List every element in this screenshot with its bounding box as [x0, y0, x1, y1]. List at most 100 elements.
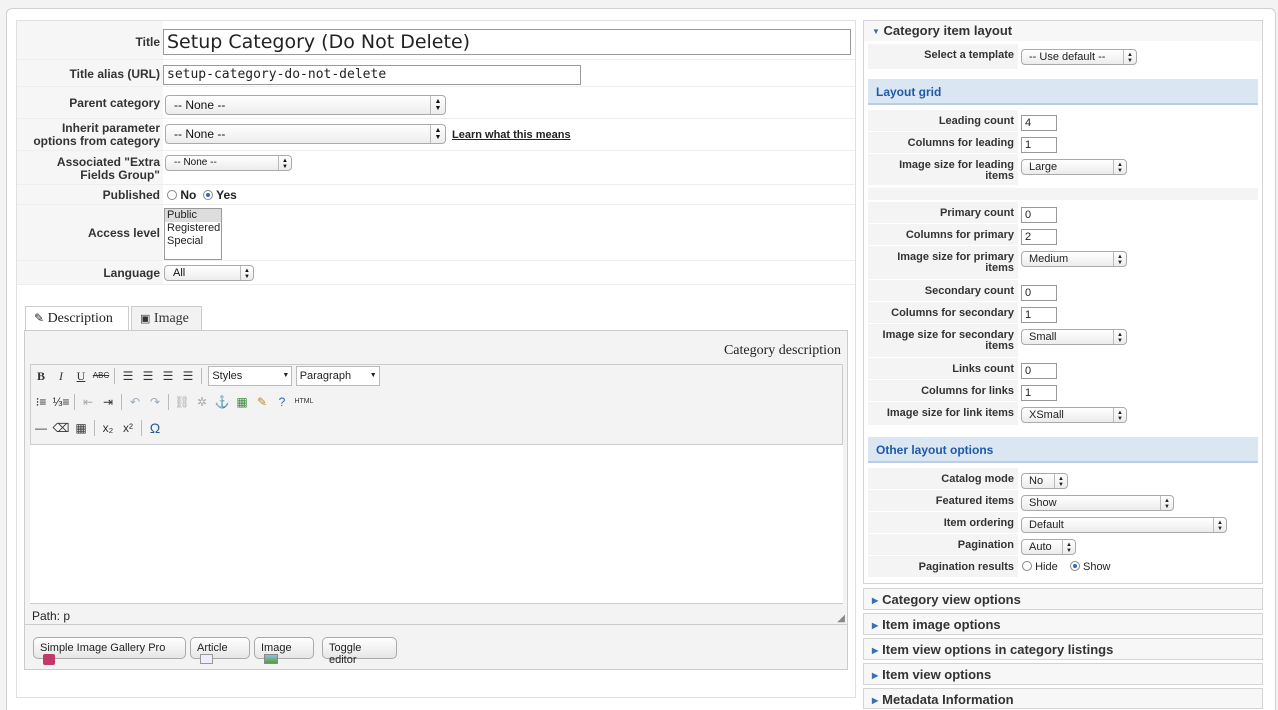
language-select[interactable]: All ▲ ▼ [164, 265, 254, 281]
select-template-label: Select a template [868, 50, 1014, 61]
pagination-hide-radio[interactable] [1022, 561, 1032, 571]
language-label: Language [17, 267, 160, 280]
cleanup-icon[interactable]: ✎ [252, 392, 272, 412]
learn-more-link[interactable]: Learn what this means [452, 129, 571, 141]
insert-image-icon[interactable]: ▦ [232, 392, 252, 412]
image-size-links-select[interactable]: XSmall ▲ ▼ [1021, 407, 1127, 423]
alias-label: Title alias (URL) [17, 68, 160, 81]
item-view-options-category-header[interactable]: ▶ Item view options in category listings [863, 638, 1263, 660]
align-right-icon[interactable]: ☰ [158, 366, 178, 386]
access-level-list[interactable]: Public Registered Special [164, 208, 222, 260]
title-input[interactable]: Setup Category (Do Not Delete) [163, 29, 851, 55]
alias-input[interactable]: setup-category-do-not-delete [163, 65, 581, 85]
access-option-special[interactable]: Special [165, 235, 221, 248]
select-arrows-icon: ▲ ▼ [430, 96, 445, 114]
link-icon[interactable]: ⛓ [172, 392, 192, 412]
published-yes-radio[interactable] [203, 190, 214, 200]
table-icon[interactable]: ▦ [71, 418, 91, 438]
secondary-count-input[interactable]: 0 [1021, 285, 1057, 301]
access-option-registered[interactable]: Registered [165, 222, 221, 235]
toggle-editor-button[interactable]: Toggle editor [322, 637, 397, 666]
image-size-secondary-select[interactable]: Small ▲ ▼ [1021, 329, 1127, 345]
article-icon [200, 654, 213, 664]
select-arrows-icon: ▲ ▼ [1113, 330, 1126, 344]
align-justify-icon[interactable]: ☰ [178, 366, 198, 386]
parent-category-value: -- None -- [174, 98, 226, 112]
extra-fields-value: -- None -- [174, 157, 217, 168]
outdent-icon[interactable]: ⇤ [78, 392, 98, 412]
access-option-public[interactable]: Public [165, 209, 221, 222]
align-left-icon[interactable]: ☰ [118, 366, 138, 386]
bullet-list-icon[interactable]: ⁝≡ [31, 392, 51, 412]
template-select[interactable]: -- Use default -- ▲ ▼ [1021, 49, 1137, 65]
category-item-layout-header[interactable]: ▼ Category item layout [864, 21, 1262, 41]
tab-description[interactable]: ✎ Description [25, 306, 129, 331]
image-size-primary-select[interactable]: Medium ▲ ▼ [1021, 251, 1127, 267]
bold-icon[interactable]: B [31, 366, 51, 386]
inherit-category-select[interactable]: -- None -- ▲ ▼ [165, 124, 446, 144]
superscript-icon[interactable]: x² [118, 418, 138, 438]
special-char-icon[interactable]: Ω [145, 418, 165, 438]
dropdown-arrow-icon: ▼ [369, 372, 377, 379]
image-icon: ▣ [140, 313, 151, 325]
pagination-select[interactable]: Auto ▲ ▼ [1021, 539, 1076, 555]
primary-count-input[interactable]: 0 [1021, 207, 1057, 223]
select-arrows-icon: ▲ ▼ [1160, 496, 1173, 510]
paragraph-dropdown[interactable]: Paragraph ▼ [295, 366, 380, 386]
extra-fields-select[interactable]: -- None -- ▲ ▼ [165, 155, 292, 171]
simple-image-gallery-button[interactable]: Simple Image Gallery Pro [33, 637, 186, 665]
tab-image[interactable]: ▣ Image [131, 306, 202, 331]
links-count-row: Links count 0 [868, 358, 1258, 380]
remove-format-icon[interactable]: ⌫ [51, 418, 71, 438]
columns-secondary-input[interactable]: 1 [1021, 307, 1057, 323]
horizontal-rule-icon[interactable]: — [31, 418, 51, 438]
pagination-show-radio[interactable] [1069, 561, 1080, 571]
editor-content-area[interactable] [30, 444, 843, 604]
anchor-icon[interactable]: ⚓ [212, 392, 232, 412]
select-arrows-icon: ▲ ▼ [430, 125, 445, 143]
links-count-input[interactable]: 0 [1021, 363, 1057, 379]
access-row: Access level Public Registered Special [17, 205, 855, 261]
image-size-leading-select[interactable]: Large ▲ ▼ [1021, 159, 1127, 175]
editor-header: Category description [723, 343, 841, 358]
undo-icon[interactable]: ↶ [125, 392, 145, 412]
published-no-radio[interactable] [167, 190, 177, 200]
underline-icon[interactable]: U [71, 366, 91, 386]
item-view-options-header[interactable]: ▶ Item view options [863, 663, 1263, 685]
image-button[interactable]: Image [254, 637, 314, 664]
unlink-icon[interactable]: ✲ [192, 392, 212, 412]
strikethrough-icon[interactable]: ABC [91, 366, 111, 386]
numbered-list-icon[interactable]: ⅓≡ [51, 392, 71, 412]
catalog-mode-select[interactable]: No ▲ ▼ [1021, 473, 1068, 489]
collapsed-triangle-icon: ▶ [872, 696, 879, 705]
category-view-options-header[interactable]: ▶ Category view options [863, 588, 1263, 610]
columns-leading-row: Columns for leading 1 [868, 132, 1258, 154]
columns-primary-input[interactable]: 2 [1021, 229, 1057, 245]
resize-handle-icon[interactable]: ◢ [837, 613, 845, 624]
metadata-information-header[interactable]: ▶ Metadata Information [863, 688, 1263, 709]
item-image-options-header[interactable]: ▶ Item image options [863, 613, 1263, 635]
columns-leading-input[interactable]: 1 [1021, 137, 1057, 153]
italic-icon[interactable]: I [51, 366, 71, 386]
subscript-icon[interactable]: x₂ [98, 418, 118, 438]
styles-dropdown[interactable]: Styles ▼ [208, 366, 293, 386]
editor-toolbar-row-2: ⁝≡ ⅓≡ ⇤ ⇥ ↶ ↷ ⛓ ✲ ⚓ ▦ ✎? HTML [31, 392, 316, 412]
leading-count-input[interactable]: 4 [1021, 115, 1057, 131]
language-value: All [173, 267, 186, 279]
help-icon[interactable]: ? [272, 392, 292, 412]
html-source-icon[interactable]: HTML [292, 392, 316, 412]
redo-icon[interactable]: ↷ [145, 392, 165, 412]
columns-links-input[interactable]: 1 [1021, 385, 1057, 401]
featured-items-select[interactable]: Show ▲ ▼ [1021, 495, 1174, 511]
image-size-links-row: Image size for link items XSmall ▲ ▼ [868, 402, 1258, 426]
article-button[interactable]: Article [190, 637, 250, 664]
description-editor: Category description B I U ABC ☰ ☰ ☰ ☰ Styles ▼ … [24, 330, 848, 670]
language-row: Language All ▲ ▼ [17, 261, 855, 285]
align-center-icon[interactable]: ☰ [138, 366, 158, 386]
columns-secondary-row: Columns for secondary 1 [868, 302, 1258, 324]
parent-category-select[interactable]: -- None -- ▲ ▼ [165, 95, 446, 115]
item-ordering-select[interactable]: Default ▲ ▼ [1021, 517, 1227, 533]
indent-icon[interactable]: ⇥ [98, 392, 118, 412]
inherit-category-value: -- None -- [174, 127, 226, 141]
title-label: Title [17, 36, 160, 49]
